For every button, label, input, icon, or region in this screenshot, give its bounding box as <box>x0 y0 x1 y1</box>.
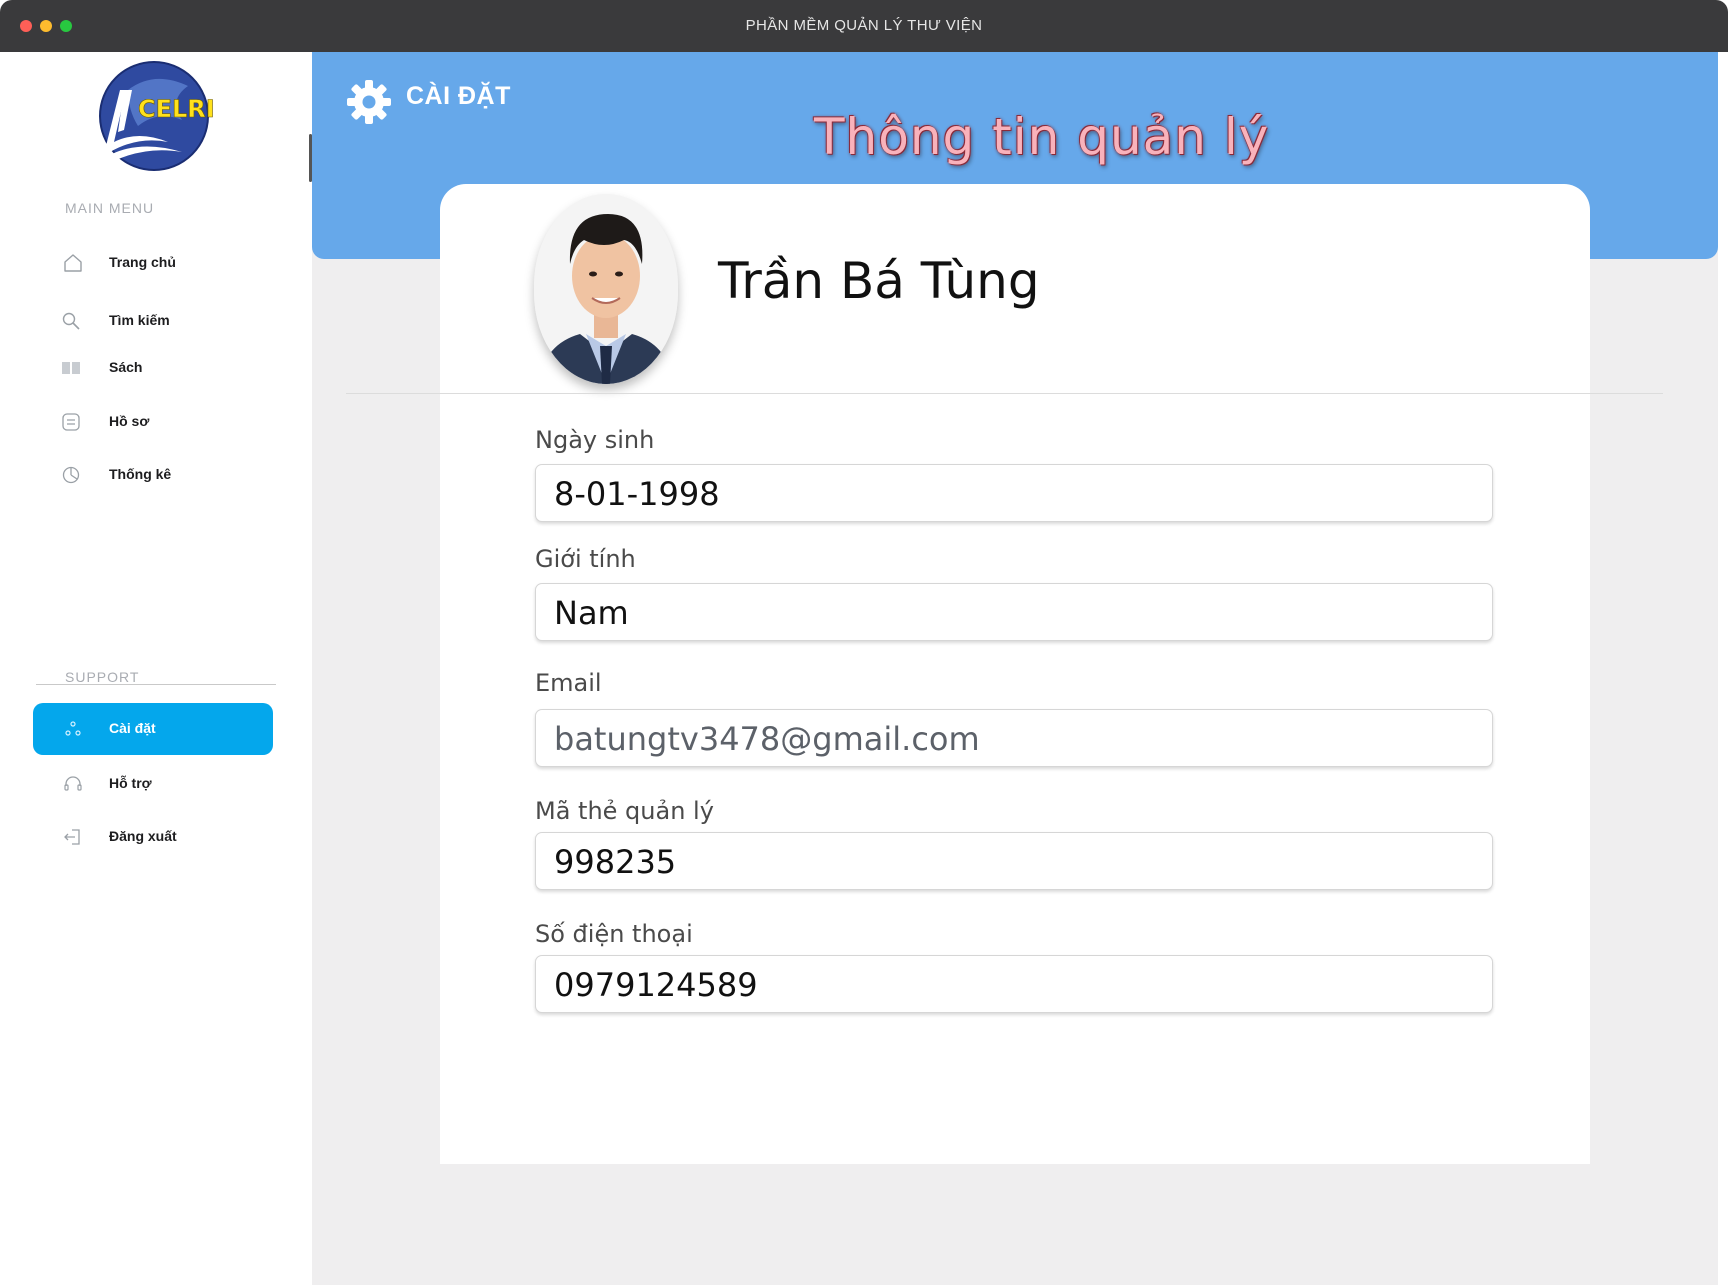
main-menu-label: MAIN MENU <box>65 200 155 216</box>
profile-icon <box>62 413 80 431</box>
nav-label: Hỗ trợ <box>109 775 152 791</box>
section-title: CÀI ĐẶT <box>406 82 511 110</box>
gender-field[interactable]: Nam <box>535 583 1493 641</box>
headset-icon <box>64 776 82 791</box>
nav-sach[interactable]: Sách <box>33 343 273 393</box>
nav-cai-dat[interactable]: Cài đặt <box>33 703 273 755</box>
stats-icon <box>62 466 80 484</box>
profile-name: Trần Bá Tùng <box>718 252 1040 310</box>
nav-label: Thống kê <box>109 466 172 482</box>
nav-label: Sách <box>109 359 143 375</box>
nav-trang-chu[interactable]: Trang chủ <box>33 238 273 288</box>
avatar-photo <box>534 194 678 384</box>
book-icon <box>62 362 80 374</box>
birthdate-field[interactable]: 8-01-1998 <box>535 464 1493 522</box>
main-content: CÀI ĐẶT <box>312 52 1718 1285</box>
email-label: Email <box>535 669 602 697</box>
gender-label: Giới tính <box>535 545 636 573</box>
nav-label: Cài đặt <box>109 720 156 736</box>
phone-label: Số điện thoại <box>535 920 693 948</box>
logout-icon <box>64 829 80 845</box>
manager-card-field[interactable]: 998235 <box>535 832 1493 890</box>
nav-ho-tro[interactable]: Hỗ trợ <box>33 759 273 809</box>
sidebar: CELRI MAIN MENU Trang chủ Tìm kiếm Sách … <box>0 52 312 1285</box>
email-field[interactable]: batungtv3478@gmail.com <box>535 709 1493 767</box>
nav-ho-so[interactable]: Hồ sơ <box>33 397 273 447</box>
celri-logo: CELRI <box>99 61 215 171</box>
search-icon <box>62 312 80 330</box>
window-edge <box>1718 52 1728 1285</box>
page-title: Thông tin quản lý <box>814 108 1270 166</box>
support-label: SUPPORT <box>65 669 140 685</box>
nav-dang-xuat[interactable]: Đăng xuất <box>33 812 273 862</box>
nav-tim-kiem[interactable]: Tìm kiếm <box>33 296 273 346</box>
nav-label: Đăng xuất <box>109 828 177 844</box>
phone-field[interactable]: 0979124589 <box>535 955 1493 1013</box>
nav-thong-ke[interactable]: Thống kê <box>33 450 273 500</box>
home-icon <box>64 254 82 272</box>
nav-label: Tìm kiếm <box>109 312 170 328</box>
avatar <box>534 194 678 384</box>
settings-icon <box>65 721 81 736</box>
birthdate-label: Ngày sinh <box>535 426 655 454</box>
nav-label: Hồ sơ <box>109 413 150 429</box>
nav-label: Trang chủ <box>109 254 176 270</box>
window-title: PHẦN MỀM QUẢN LÝ THƯ VIỆN <box>745 17 983 34</box>
gear-icon <box>347 80 391 124</box>
window-titlebar: PHẦN MỀM QUẢN LÝ THƯ VIỆN <box>0 0 1728 52</box>
manager-card-label: Mã thẻ quản lý <box>535 797 714 825</box>
svg-text:CELRI: CELRI <box>138 95 215 123</box>
profile-separator <box>346 393 1663 394</box>
